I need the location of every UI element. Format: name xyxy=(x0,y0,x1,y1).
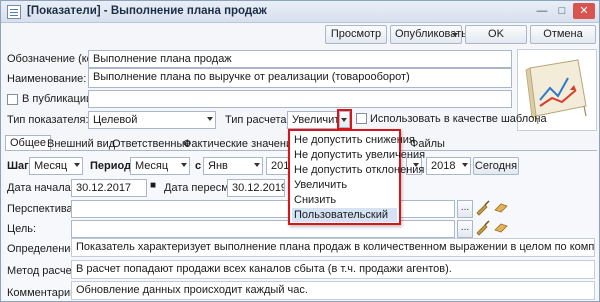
eraser-icon[interactable] xyxy=(493,200,509,216)
calc-type-select[interactable]: Увеличить xyxy=(287,111,339,129)
tab-appearance[interactable]: Внешний вид xyxy=(47,137,115,151)
indicator-type-label: Тип показателя: xyxy=(7,114,89,126)
comment-label: Комментарий: xyxy=(7,287,80,299)
perspective-label: Перспектива: xyxy=(7,203,76,215)
option-prevent-decrease[interactable]: Не допустить снижения xyxy=(292,133,415,147)
from-label: с xyxy=(195,160,202,172)
option-custom[interactable]: Пользовательский xyxy=(292,208,397,222)
chevron-down-icon xyxy=(207,117,213,121)
goal-select-button[interactable]: ... xyxy=(457,220,473,238)
template-label: Использовать в качестве шаблона xyxy=(370,113,547,125)
chevron-down-icon xyxy=(181,163,187,167)
name-label: Наименование: xyxy=(7,73,87,85)
definition-field[interactable]: Показатель характеризует выполнение план… xyxy=(71,238,595,257)
indicator-type-value: Целевой xyxy=(93,114,138,126)
window-title: [Показатели] - Выполнение плана продаж xyxy=(27,5,267,17)
to-year-field[interactable]: 2018 xyxy=(426,157,471,175)
step-value: Месяц xyxy=(34,160,68,172)
definition-label: Определение: xyxy=(7,243,80,255)
perspective-select-button[interactable]: ... xyxy=(457,200,473,218)
step-select[interactable]: Месяц xyxy=(29,157,83,175)
publish-button[interactable]: Опубликовать xyxy=(390,25,467,44)
start-date-label: Дата начала: xyxy=(7,182,74,194)
calc-type-dropdown-button[interactable] xyxy=(339,111,350,128)
broom-icon[interactable] xyxy=(475,200,491,216)
chevron-down-icon xyxy=(452,33,458,37)
calendar-icon[interactable]: ■ xyxy=(150,180,156,191)
broom-icon[interactable] xyxy=(475,220,491,236)
close-icon[interactable]: ✕ xyxy=(573,3,595,19)
review-date-field[interactable]: 30.12.2019 xyxy=(227,179,285,197)
tab-actual-values[interactable]: Фактические значения xyxy=(183,137,298,151)
method-field[interactable]: В расчет попадают продажи всех каналов с… xyxy=(71,260,595,279)
cancel-button[interactable]: Отмена xyxy=(530,25,596,44)
code-field[interactable]: Выполнение плана продаж xyxy=(88,50,512,68)
from-month-value: Янв xyxy=(208,160,228,172)
window-icon xyxy=(7,5,21,19)
from-year-field[interactable]: 201 xyxy=(266,157,290,175)
chevron-down-icon xyxy=(74,163,80,167)
template-checkbox[interactable] xyxy=(356,113,367,124)
tab-responsible[interactable]: Ответственные xyxy=(112,137,191,151)
comment-field[interactable]: Обновление данных происходит каждый час. xyxy=(71,281,595,300)
publication-checkbox[interactable] xyxy=(7,94,18,105)
goal-label: Цель: xyxy=(7,223,37,235)
from-month-select[interactable]: Янв xyxy=(203,157,263,175)
period-select[interactable]: Месяц xyxy=(130,157,190,175)
today-button[interactable]: Сегодня xyxy=(473,157,519,175)
minimize-icon[interactable]: — xyxy=(533,3,551,19)
chevron-down-icon xyxy=(254,163,260,167)
publication-field[interactable] xyxy=(88,90,512,108)
period-value: Месяц xyxy=(135,160,169,172)
option-decrease[interactable]: Снизить xyxy=(292,193,397,207)
chevron-down-icon xyxy=(462,163,468,167)
preview-button[interactable]: Просмотр xyxy=(325,25,387,44)
name-field[interactable]: Выполнение плана по выручке от реализаци… xyxy=(88,68,512,88)
calc-type-dropdown-list: Не допустить снижения Не допустить увели… xyxy=(288,129,425,225)
option-prevent-increase[interactable]: Не допустить увеличения xyxy=(292,148,425,162)
maximize-icon[interactable]: □ xyxy=(553,3,571,19)
period-label: Период: xyxy=(90,160,135,172)
dialog-window: [Показатели] - Выполнение плана продаж —… xyxy=(0,0,600,302)
to-year-value: 2018 xyxy=(431,160,456,172)
tab-general[interactable]: Общее xyxy=(5,135,52,151)
ok-button[interactable]: OK xyxy=(465,25,527,44)
title-bar: [Показатели] - Выполнение плана продаж —… xyxy=(1,1,599,23)
start-date-field[interactable]: 30.12.2017 xyxy=(71,179,147,197)
eraser-icon[interactable] xyxy=(493,220,509,236)
option-increase[interactable]: Увеличить xyxy=(292,178,397,192)
chevron-down-icon xyxy=(341,118,347,122)
indicator-type-select[interactable]: Целевой xyxy=(88,111,216,129)
publication-label: В публикации: xyxy=(22,93,96,105)
option-prevent-deviation[interactable]: Не допустить отклонения xyxy=(292,163,424,177)
